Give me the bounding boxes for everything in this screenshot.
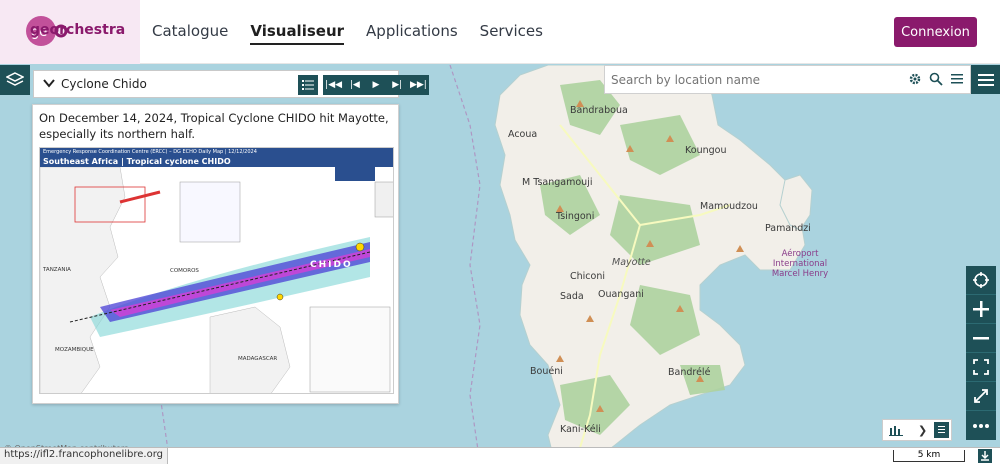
time-controls: |◀◀ |◀ ▶ ▶| ▶▶| [323, 75, 429, 95]
place-label: Bouéni [530, 366, 563, 377]
table-icon [938, 426, 945, 433]
chart-icon[interactable] [889, 424, 903, 436]
zoom-extent-button[interactable] [966, 353, 996, 382]
locate-button[interactable] [966, 266, 996, 295]
skip-last-icon[interactable]: ▶▶| [408, 75, 429, 95]
fullscreen-icon [974, 389, 988, 403]
login-button[interactable]: Connexion [894, 17, 977, 47]
zoom-in-button[interactable] [966, 295, 996, 324]
nav-applications[interactable]: Applications [366, 22, 458, 45]
status-bar: https://ifl2.francophonelibre.org 5 km [0, 447, 1000, 464]
search-icon[interactable] [929, 72, 943, 86]
layers-icon [6, 72, 24, 86]
locate-icon [973, 272, 989, 288]
location-search [604, 65, 971, 94]
download-icon [981, 451, 989, 461]
nav-catalogue[interactable]: Catalogue [152, 22, 228, 45]
place-label: Mamoudzou [700, 201, 758, 212]
download-button[interactable] [978, 449, 992, 463]
zoom-out-button[interactable] [966, 324, 996, 353]
place-label: Mayotte [612, 257, 651, 268]
airport-label: Aéroport International Marcel Henry [771, 249, 829, 279]
burger-menu-button[interactable] [971, 65, 1000, 94]
madagascar-label: MADAGASCAR [238, 356, 278, 362]
layer-name: Cyclone Chido [61, 77, 147, 91]
scale-bar: 5 km [893, 450, 965, 462]
place-label: Koungou [685, 145, 727, 156]
play-icon[interactable]: ▶ [365, 75, 386, 95]
settings-icon[interactable] [908, 72, 922, 86]
step-back-icon[interactable]: |◀ [344, 75, 365, 95]
top-header: ge georchestra Catalogue Visualiseur App… [0, 0, 1000, 64]
main-nav: Catalogue Visualiseur Applications Servi… [152, 22, 543, 45]
skip-first-icon[interactable]: |◀◀ [323, 75, 344, 95]
layer-title-bar: Cyclone Chido |◀◀ |◀ ▶ ▶| ▶▶| [33, 70, 429, 98]
logo-area[interactable]: ge georchestra [0, 0, 140, 64]
layer-list-button[interactable] [298, 75, 318, 95]
layer-description: On December 14, 2024, Tropical Cyclone C… [39, 111, 389, 141]
tanzania-label: TANZANIA [43, 267, 71, 273]
ellipsis-icon [973, 423, 989, 428]
map-toolbar [966, 266, 996, 440]
minus-icon [973, 337, 989, 340]
place-label: Acoua [508, 129, 538, 140]
search-input[interactable] [611, 70, 901, 90]
burger-icon [977, 73, 994, 86]
place-label: Bandraboua [570, 105, 628, 116]
mozambique-label: MOZAMBIQUE [55, 347, 94, 353]
chido-label: CHIDO [310, 260, 353, 270]
hover-url: https://ifl2.francophonelibre.org [0, 448, 168, 464]
place-label: Chiconi [570, 271, 605, 282]
bottom-panel-controls: ❯ [882, 419, 952, 441]
layer-description-panel: On December 14, 2024, Tropical Cyclone C… [32, 104, 399, 404]
comoros-label: COMOROS [170, 268, 199, 274]
place-label: Ouangani [598, 289, 644, 300]
more-button[interactable] [966, 411, 996, 440]
chevron-down-icon[interactable] [42, 76, 56, 90]
fullscreen-button[interactable] [966, 382, 996, 411]
layers-button[interactable] [0, 65, 30, 95]
step-forward-icon[interactable]: ▶| [387, 75, 408, 95]
image-title: Southeast Africa | Tropical cyclone CHID… [40, 156, 393, 167]
image-header: Emergency Response Coordination Centre (… [40, 148, 393, 156]
logo-text: georchestra [30, 22, 126, 38]
place-label: Sada [560, 291, 584, 302]
attribute-table-button[interactable] [934, 422, 949, 438]
cyclone-map-image: Emergency Response Coordination Centre (… [39, 147, 394, 394]
list-icon [302, 80, 314, 90]
menu-lines-icon[interactable] [950, 72, 964, 86]
place-label: Bandrélé [668, 367, 711, 378]
place-label: Kani-Kéli [560, 424, 601, 435]
place-label: Pamandzi [765, 223, 811, 234]
expand-arrows-icon [973, 359, 989, 375]
plus-icon [973, 301, 989, 317]
place-label: Tsingoni [556, 211, 595, 222]
chevron-right-icon[interactable]: ❯ [918, 424, 927, 437]
nav-visualiseur[interactable]: Visualiseur [250, 22, 345, 45]
place-label: M Tsangamouji [522, 177, 593, 188]
nav-services[interactable]: Services [480, 22, 543, 45]
